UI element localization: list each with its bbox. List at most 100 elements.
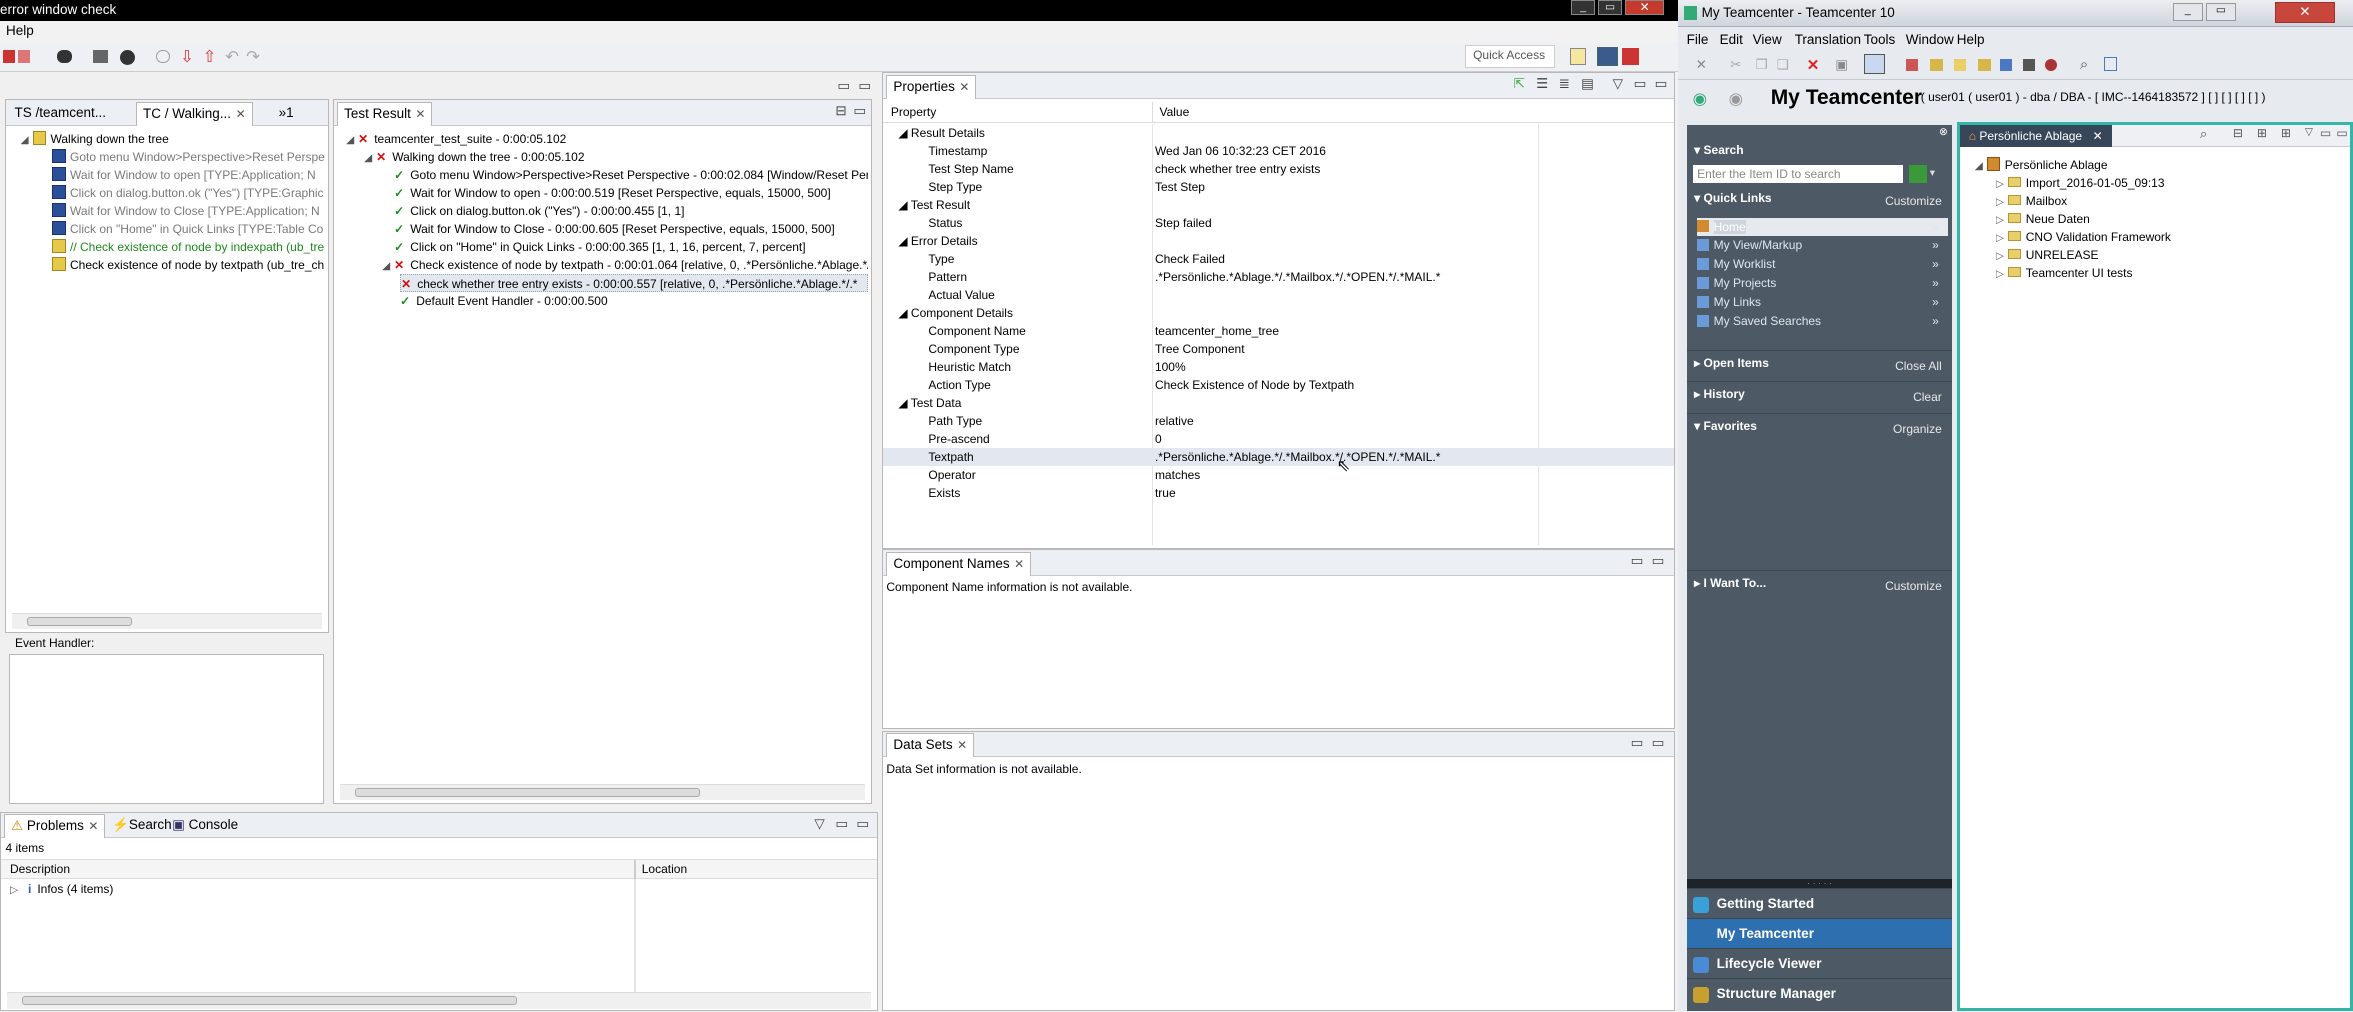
view-icon[interactable] xyxy=(2103,57,2118,71)
minimize-icon[interactable]: ▭ xyxy=(1631,553,1644,569)
test-case-item[interactable]: Wait for Window to Close [TYPE:Applicati… xyxy=(52,202,320,220)
maximize-view-icon[interactable]: ▭ xyxy=(858,78,871,94)
property-row[interactable]: Pattern .*Persönliche.*Ablage.*/.*Mailbox… xyxy=(883,268,1673,286)
maximize-button[interactable]: ▭ xyxy=(1598,0,1623,15)
collapse-all-icon[interactable]: ⊟ xyxy=(2233,126,2243,140)
property-group[interactable]: ◢ Error Details xyxy=(883,232,1673,250)
app-getting-started[interactable]: Getting Started xyxy=(1686,888,1953,918)
collapse-arrow-icon[interactable]: ◢ xyxy=(382,257,394,274)
close-icon[interactable]: ✕ xyxy=(88,819,98,833)
property-row[interactable]: Exists true xyxy=(883,484,1673,502)
perspective-active-icon[interactable] xyxy=(1596,46,1618,67)
new-form-icon[interactable] xyxy=(1977,58,1992,71)
search-section[interactable]: ▾ Search xyxy=(1687,138,1953,162)
expand-arrow-icon[interactable]: ▷ xyxy=(1996,247,2008,264)
tc-minimize-button[interactable]: _ xyxy=(2172,3,2203,21)
double-chevron-icon[interactable]: » xyxy=(1932,274,1939,292)
menu-translation[interactable]: Translation xyxy=(1795,29,1861,50)
collapse-arrow-icon[interactable]: ◢ xyxy=(898,126,911,140)
tree-view-menu-icon[interactable]: ▽ xyxy=(2305,126,2313,138)
folder-tree-item[interactable]: ▷ Import_2016-01-05_09:13 xyxy=(1996,174,2165,192)
close-item-icon[interactable]: ✕ xyxy=(1696,57,1707,73)
property-row[interactable]: Path Type relative xyxy=(883,412,1673,430)
tab-problems[interactable]: ⚠ Problems ✕ xyxy=(4,814,106,839)
tc-maximize-button[interactable]: ▭ xyxy=(2205,3,2236,21)
problems-row[interactable]: ▷ i Infos (4 items) xyxy=(10,882,113,896)
tab-tc[interactable]: TC / Walking... ✕ xyxy=(136,101,253,126)
globe-icon[interactable] xyxy=(120,49,136,65)
i-want-to-section[interactable]: ▸ I Want To... Customize xyxy=(1686,570,1953,594)
property-row[interactable]: Heuristic Match 100% xyxy=(883,358,1673,376)
tab-overflow[interactable]: »1 xyxy=(273,102,300,126)
tree-scrollbar[interactable] xyxy=(11,612,322,630)
menu-file[interactable]: File xyxy=(1687,29,1709,50)
app-structure-manager[interactable]: Structure Manager xyxy=(1686,978,1953,1008)
tc-close-button[interactable]: ✕ xyxy=(2274,1,2335,23)
test-case-item[interactable]: Goto menu Window>Perspective>Reset Persp… xyxy=(52,148,325,166)
quick-link-my-worklist[interactable]: My Worklist» xyxy=(1697,255,1948,273)
perspective-red-icon[interactable] xyxy=(1622,48,1639,65)
quick-link-my-links[interactable]: My Links» xyxy=(1697,293,1948,311)
navigator-splitter[interactable]: · · · · · xyxy=(1686,879,1953,889)
property-row[interactable]: Textpath .*Persönliche.*Ablage.*/.*Mailbo… xyxy=(883,448,1674,467)
property-group[interactable]: ◢ Test Result xyxy=(883,196,1673,214)
maximize-icon[interactable]: ▭ xyxy=(853,103,866,119)
tab-properties[interactable]: Properties ✕ xyxy=(886,74,977,99)
view-menu-icon[interactable]: ▽ xyxy=(814,816,824,832)
menu-window[interactable]: Window xyxy=(1906,29,1954,50)
property-row[interactable]: Step Type Test Step xyxy=(883,178,1673,196)
record-icon[interactable] xyxy=(93,49,109,64)
pin-icon[interactable]: ⇱ xyxy=(1514,76,1525,92)
collapse-arrow-icon[interactable]: ◢ xyxy=(21,131,33,148)
minimize-view-icon[interactable]: ▭ xyxy=(837,78,850,94)
double-chevron-icon[interactable]: » xyxy=(1932,312,1939,330)
property-row[interactable]: Component Name teamcenter_home_tree xyxy=(883,322,1673,340)
minimize-icon[interactable]: ▭ xyxy=(1631,735,1644,751)
new-link-icon[interactable] xyxy=(2000,58,2013,71)
folder-tree-item[interactable]: ▷ CNO Validation Framework xyxy=(1996,228,2171,246)
close-button[interactable]: ✕ xyxy=(1625,0,1665,15)
navigator-close-icon[interactable]: ⊗ xyxy=(1939,126,1948,138)
expand-arrow-icon[interactable]: ▷ xyxy=(1996,211,2008,228)
minimize-icon[interactable]: ▭ xyxy=(835,816,848,832)
property-row[interactable]: Operator matches xyxy=(883,466,1673,484)
minimize-button[interactable]: _ xyxy=(1571,0,1596,15)
maximize-icon[interactable]: ▭ xyxy=(856,816,869,832)
customize-link-2[interactable]: Customize xyxy=(1885,574,1942,598)
quick-link-my-projects[interactable]: My Projects» xyxy=(1697,274,1948,292)
menu-tools[interactable]: Tools xyxy=(1864,29,1896,50)
new-item-icon[interactable] xyxy=(1905,58,1918,71)
expand-arrow-icon[interactable]: ▷ xyxy=(1996,193,2008,210)
tab-ts[interactable]: TS /teamcent... xyxy=(9,102,113,126)
double-chevron-icon[interactable]: » xyxy=(1932,218,1939,236)
save-icon[interactable]: ▣ xyxy=(1835,57,1848,73)
minimize-icon[interactable]: ▭ xyxy=(1634,76,1647,92)
quick-link-my-view-markup[interactable]: My View/Markup» xyxy=(1697,236,1948,254)
cut-icon[interactable]: ✂ xyxy=(1730,57,1741,73)
new-dataset-icon[interactable] xyxy=(1953,58,1966,71)
property-row[interactable]: Actual Value xyxy=(883,286,1673,304)
maximize-icon[interactable]: ▭ xyxy=(1655,76,1668,92)
menu-help[interactable]: Help xyxy=(1957,29,1985,50)
run-icon[interactable] xyxy=(3,49,15,64)
forward-icon[interactable]: ◉ xyxy=(1729,89,1743,109)
test-result-item[interactable]: ◢ ✕ teamcenter_test_suite - 0:00:05.102 xyxy=(346,130,868,148)
problems-scrollbar[interactable] xyxy=(7,992,871,1009)
collapse-arrow-icon[interactable]: ◢ xyxy=(898,396,910,410)
menu-edit[interactable]: Edit xyxy=(1720,29,1743,50)
paste-icon[interactable]: ❏ xyxy=(1777,57,1789,73)
folder-tree-item[interactable]: ▷ Neue Daten xyxy=(1996,210,2090,228)
col-description[interactable]: Description xyxy=(10,860,70,878)
test-result-item[interactable]: ✓ Goto menu Window>Perspective>Reset Pers… xyxy=(382,166,868,184)
perspective-icon[interactable] xyxy=(1569,48,1587,65)
expand-icon[interactable]: ⊞ xyxy=(2257,126,2267,140)
property-row[interactable]: Test Step Name check whether tree entry e… xyxy=(883,160,1673,178)
search-go-icon[interactable] xyxy=(1908,165,1927,184)
expand-arrow-icon[interactable]: ▷ xyxy=(1996,265,2008,282)
tab-component-names[interactable]: Component Names ✕ xyxy=(886,551,1032,576)
tree-mode-icon[interactable]: ☰ xyxy=(1536,76,1548,92)
menu-view[interactable]: View xyxy=(1753,29,1782,50)
settings-icon[interactable] xyxy=(57,49,73,64)
maximize-icon[interactable]: ▭ xyxy=(1652,553,1665,569)
tree-minimize-icon[interactable]: ▭ xyxy=(2320,126,2331,140)
